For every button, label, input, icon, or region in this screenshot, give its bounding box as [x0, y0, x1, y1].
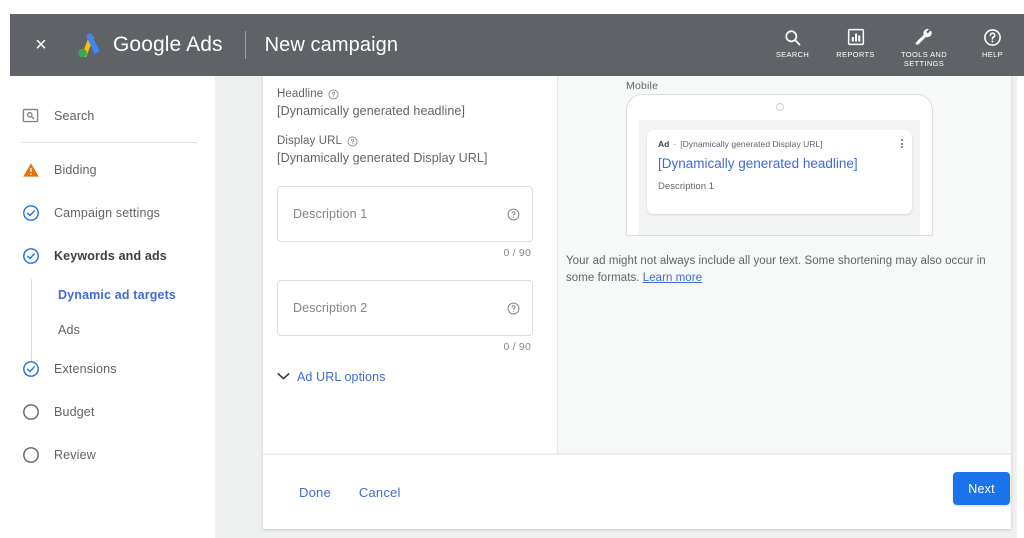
tools-icon: [914, 26, 934, 48]
description-1-placeholder: Description 1: [293, 207, 368, 221]
header-action-label: REPORTS: [836, 50, 875, 59]
sidebar-sub-rail: [31, 279, 32, 363]
sidebar-item-label: Search: [54, 108, 95, 123]
brand-name: Google Ads: [113, 33, 223, 56]
reports-icon: [847, 26, 865, 48]
ad-preview-card: Ad · [Dynamically generated Display URL]…: [647, 130, 912, 214]
header-divider: [244, 31, 246, 59]
help-icon[interactable]: [507, 302, 520, 315]
warning-triangle-icon: [22, 161, 40, 179]
ad-meta-row: Ad · [Dynamically generated Display URL]: [658, 139, 902, 149]
ad-editor-footer: Done Cancel: [263, 454, 1011, 529]
chevron-down-icon: [277, 370, 290, 384]
ad-url-options-label: Ad URL options: [297, 370, 386, 384]
content-right-edge: [1017, 76, 1024, 538]
search-icon: [783, 26, 802, 48]
sidebar-item-dynamic-ad-targets[interactable]: Dynamic ad targets: [0, 277, 215, 312]
sidebar-item-search[interactable]: Search: [0, 94, 215, 137]
cancel-button[interactable]: Cancel: [345, 477, 415, 508]
phone-screen: Ad · [Dynamically generated Display URL]…: [639, 120, 920, 235]
check-circle-icon: [22, 360, 40, 378]
description-2-placeholder: Description 2: [293, 301, 368, 315]
sidebar-item-review[interactable]: Review: [0, 433, 215, 476]
camera-icon: [775, 103, 784, 111]
disclaimer-text: Your ad might not always include all you…: [566, 255, 986, 285]
help-icon[interactable]: [347, 135, 358, 147]
content-area: Headline [Dynamically generated headline…: [215, 76, 1024, 538]
ad-editor-card: Headline [Dynamically generated headline…: [263, 76, 1011, 454]
sidebar-item-label: Review: [54, 447, 96, 462]
sidebar-item-bidding[interactable]: Bidding: [0, 148, 215, 191]
sidebar-divider: [22, 142, 197, 143]
done-button[interactable]: Done: [285, 477, 345, 508]
sidebar-item-campaign-settings[interactable]: Campaign settings: [0, 191, 215, 234]
ad-preview-description: Description 1: [658, 181, 715, 193]
empty-circle-icon: [22, 403, 40, 421]
sidebar-item-extensions[interactable]: Extensions: [0, 347, 215, 390]
sidebar-item-label: Budget: [54, 404, 95, 419]
search-box-icon: [22, 107, 40, 125]
learn-more-link[interactable]: Learn more: [643, 272, 702, 284]
close-icon[interactable]: ×: [30, 35, 52, 55]
description-2-input[interactable]: Description 2: [277, 280, 533, 336]
description-2-counter: 0 / 90: [503, 341, 531, 353]
header-action-label: HELP: [982, 50, 1003, 59]
header-action-tools-and-settings[interactable]: TOOLS AND SETTINGS: [887, 26, 961, 68]
header-action-reports[interactable]: REPORTS: [824, 26, 887, 60]
app-header: × Google Ads New campaign SEARCH REPORTS…: [10, 14, 1024, 76]
empty-circle-icon: [22, 446, 40, 464]
more-options-icon[interactable]: [901, 139, 903, 148]
ad-preview-headline[interactable]: [Dynamically generated headline]: [658, 156, 902, 172]
next-button[interactable]: Next: [953, 472, 1010, 505]
header-action-label: SEARCH: [775, 50, 810, 59]
sidebar-subitems: Dynamic ad targets Ads: [0, 277, 215, 363]
phone-frame: Ad · [Dynamically generated Display URL]…: [626, 94, 933, 236]
sidebar-subitem-label: Ads: [58, 322, 80, 337]
field-spacer: [277, 118, 533, 135]
display-url-label-text: Display URL: [277, 135, 343, 147]
google-ads-logo-icon: [72, 32, 102, 58]
headline-value: [Dynamically generated headline]: [277, 104, 466, 118]
display-url-value: [Dynamically generated Display URL]: [277, 151, 488, 165]
header-action-search[interactable]: SEARCH: [761, 26, 824, 60]
ad-badge: Ad: [658, 139, 670, 149]
check-circle-icon: [22, 204, 40, 222]
preview-disclaimer: Your ad might not always include all you…: [566, 253, 986, 288]
help-icon: [983, 26, 1002, 48]
check-circle-icon: [22, 247, 40, 265]
display-url-field-label: Display URL: [277, 135, 533, 147]
campaign-setup-sidebar: Search Bidding Campaign settings Keyword…: [0, 76, 215, 538]
headline-field-label: Headline: [277, 88, 533, 100]
sidebar-item-label: Extensions: [54, 361, 117, 376]
ad-url-options-toggle[interactable]: Ad URL options: [277, 370, 533, 384]
sidebar-item-ads[interactable]: Ads: [0, 312, 215, 347]
header-action-label: TOOLS AND SETTINGS: [901, 50, 947, 68]
help-icon[interactable]: [507, 208, 520, 221]
help-icon[interactable]: [328, 88, 339, 100]
sidebar-item-budget[interactable]: Budget: [0, 390, 215, 433]
ad-preview-column: Mobile Ad · [Dynamically generated Displ…: [558, 76, 1011, 454]
description-1-input[interactable]: Description 1: [277, 186, 533, 242]
sidebar-subitem-label: Dynamic ad targets: [58, 287, 177, 302]
ad-display-url: [Dynamically generated Display URL]: [680, 139, 823, 149]
sidebar-item-keywords-and-ads[interactable]: Keywords and ads: [0, 234, 215, 277]
sidebar-item-label: Bidding: [54, 162, 97, 177]
ad-form-column: Headline [Dynamically generated headline…: [263, 76, 558, 454]
preview-device-label: Mobile: [626, 80, 659, 92]
google-ads-new-campaign-screen: × Google Ads New campaign SEARCH REPORTS…: [0, 0, 1024, 538]
headline-label-text: Headline: [277, 88, 324, 100]
header-action-help[interactable]: HELP: [961, 26, 1024, 60]
description-1-counter: 0 / 90: [503, 247, 531, 259]
sidebar-item-label: Campaign settings: [54, 205, 161, 220]
page-title: New campaign: [264, 33, 399, 56]
header-actions: SEARCH REPORTS TOOLS AND SETTINGS HELP: [761, 14, 1024, 76]
ad-separator: ·: [673, 139, 677, 149]
sidebar-item-label: Keywords and ads: [54, 248, 167, 263]
